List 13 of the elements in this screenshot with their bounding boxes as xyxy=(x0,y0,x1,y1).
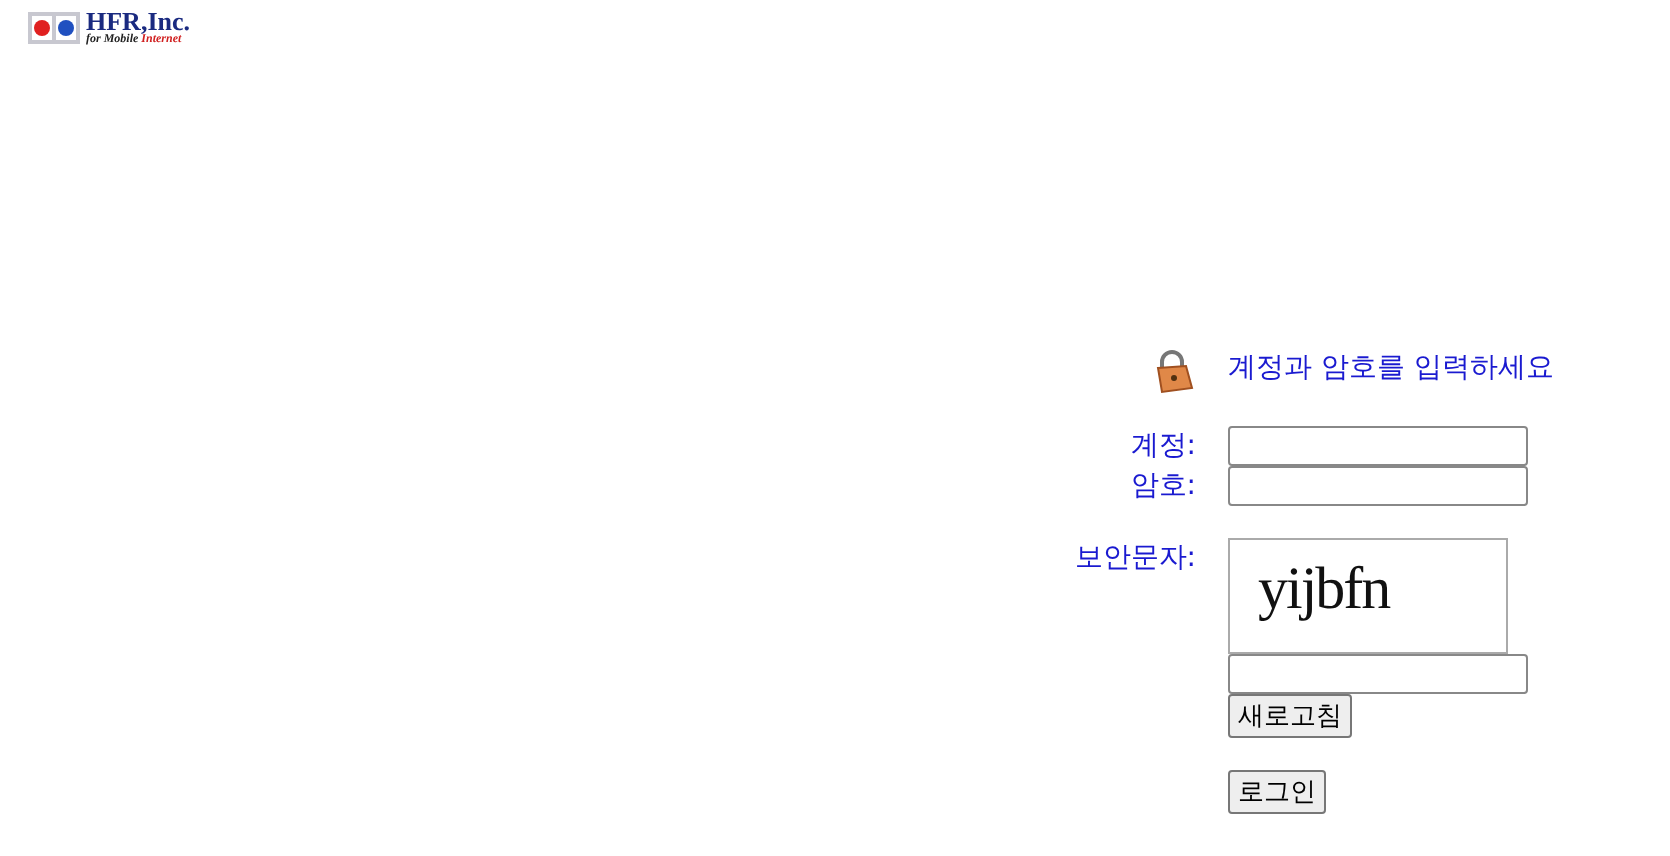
account-field[interactable] xyxy=(1228,426,1528,466)
logo-name: HFR,Inc. xyxy=(86,8,190,34)
captcha-image: yijbfn xyxy=(1228,538,1508,654)
field-label: 계정: xyxy=(1130,428,1196,464)
refresh-button[interactable]: 새로고침 xyxy=(1228,694,1352,738)
field-label: 보안문자: xyxy=(1074,540,1196,576)
padlock-icon xyxy=(1152,350,1196,394)
captcha-field[interactable] xyxy=(1228,654,1528,694)
password-field[interactable] xyxy=(1228,466,1528,506)
login-prompt: 계정과 암호를 입력하세요 xyxy=(1228,350,1554,388)
logo-icon xyxy=(28,11,80,43)
field-label: 암호: xyxy=(1130,468,1196,504)
login-button[interactable]: 로그인 xyxy=(1228,770,1326,814)
